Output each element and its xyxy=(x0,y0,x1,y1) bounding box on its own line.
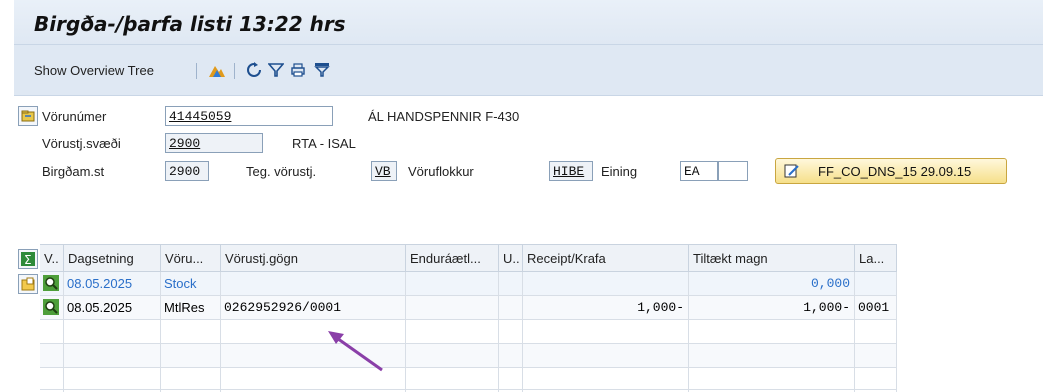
application-toolbar: Show Overview Tree xyxy=(14,45,1043,96)
material-type-label: Vöruflokkur xyxy=(408,164,474,179)
unit-field[interactable]: EA xyxy=(680,161,718,181)
column-header[interactable]: U.. xyxy=(499,244,523,272)
annotation-arrow xyxy=(328,331,383,372)
material-label: Vörunúmer xyxy=(42,109,107,124)
title-bar: Birgða-/þarfa listi 13:22 hrs xyxy=(14,0,1043,45)
element-cell: MtlRes xyxy=(161,296,221,320)
reschedule-cell xyxy=(406,296,499,320)
collapse-header-icon[interactable] xyxy=(18,106,38,126)
unit-extra-field[interactable] xyxy=(718,161,748,181)
print-icon[interactable] xyxy=(289,61,307,79)
detail-magnifier-icon[interactable] xyxy=(43,299,59,320)
material-field[interactable]: 41445059 xyxy=(165,106,333,126)
user-settings-label: FF_CO_DNS_15 29.09.15 xyxy=(818,164,972,179)
folder-detail-icon[interactable] xyxy=(18,274,38,294)
user-settings-button[interactable]: FF_CO_DNS_15 29.09.15 xyxy=(775,158,1007,184)
column-header[interactable]: Dagsetning xyxy=(64,244,161,272)
la-cell: 0001 xyxy=(855,296,897,320)
plant-field[interactable]: 2900 xyxy=(165,161,209,181)
date-cell: 08.05.2025 xyxy=(64,272,161,296)
available-cell: 1,000- xyxy=(689,296,855,320)
table-row[interactable]: 08.05.2025 MtlRes 0262952926/0001 1,000-… xyxy=(40,296,897,320)
sum-icon[interactable]: Σ xyxy=(18,249,38,269)
material-type-field[interactable]: HIBE xyxy=(549,161,593,181)
element-cell: Stock xyxy=(161,272,221,296)
window-title: Birgða-/þarfa listi 13:22 hrs xyxy=(34,12,346,36)
table-row xyxy=(40,368,897,392)
date-cell: 08.05.2025 xyxy=(64,296,161,320)
table-row[interactable]: 08.05.2025 Stock 0,000 xyxy=(40,272,897,296)
filter-delete-icon[interactable] xyxy=(313,61,331,79)
edit-note-icon xyxy=(784,163,800,182)
plant-label: Birgðam.st xyxy=(42,164,105,179)
data-cell: 0262952926/0001 xyxy=(221,296,406,320)
la-cell xyxy=(855,272,897,296)
mrp-area-label: Vörustj.svæði xyxy=(42,136,121,151)
available-cell: 0,000 xyxy=(689,272,855,296)
mountain-chart-icon[interactable] xyxy=(208,61,226,79)
toolbar-separator xyxy=(234,63,235,79)
receipt-cell: 1,000- xyxy=(523,296,689,320)
unit-label: Eining xyxy=(601,164,638,179)
column-header[interactable]: V.. xyxy=(40,244,64,272)
receipt-cell xyxy=(523,272,689,296)
column-header[interactable]: Tiltækt magn xyxy=(689,244,855,272)
table-row xyxy=(40,320,897,344)
u-cell xyxy=(499,296,523,320)
column-header[interactable]: Enduráætl... xyxy=(406,244,499,272)
mrp-type-field[interactable]: VB xyxy=(371,161,397,181)
mrp-area-description: RTA - ISAL xyxy=(292,136,356,151)
mrp-type-label: Teg. vörustj. xyxy=(246,164,317,179)
filter-icon[interactable] xyxy=(267,61,285,79)
column-header[interactable]: Vöru... xyxy=(161,244,221,272)
material-description: ÁL HANDSPENNIR F-430 xyxy=(368,109,520,124)
column-header[interactable]: Vörustj.gögn xyxy=(221,244,406,272)
table-row xyxy=(40,344,897,368)
mrp-area-field[interactable]: 2900 xyxy=(165,133,263,153)
reschedule-cell xyxy=(406,272,499,296)
svg-text:Σ: Σ xyxy=(24,253,32,266)
detail-magnifier-icon[interactable] xyxy=(43,275,59,296)
column-header[interactable]: La... xyxy=(855,244,897,272)
show-overview-tree-button[interactable]: Show Overview Tree xyxy=(34,63,154,78)
column-header[interactable]: Receipt/Krafa xyxy=(523,244,689,272)
u-cell xyxy=(499,272,523,296)
data-cell xyxy=(221,272,406,296)
toolbar-separator xyxy=(196,63,197,79)
refresh-icon[interactable] xyxy=(245,61,263,79)
